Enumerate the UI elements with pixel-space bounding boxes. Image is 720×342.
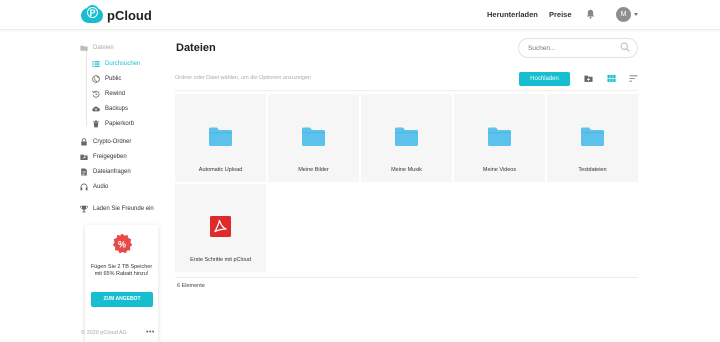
file-name: Automatic Upload [198, 167, 243, 173]
file-name: Erste Schritte mit pCloud [190, 257, 251, 263]
list-icon [92, 61, 100, 67]
sidebar-item-label: Dateianfragen [93, 169, 131, 175]
sidebar-item-dateianfragen[interactable]: Dateianfragen [80, 167, 131, 177]
file-tile[interactable]: Automatic Upload [175, 94, 266, 182]
sidebar-item-rewind[interactable]: Rewind [92, 89, 125, 99]
sidebar-item-invite[interactable]: Laden Sie Freunde ein [80, 204, 154, 214]
sidebar-item-label: Audio [93, 184, 109, 190]
list-footer-divider [175, 277, 638, 278]
promo-offer-button[interactable]: ZUM ANGEBOT [91, 292, 153, 307]
sidebar-item-audio[interactable]: Audio [80, 182, 108, 192]
brand-name: pCloud [107, 7, 152, 23]
sidebar-item-label: Backups [105, 106, 129, 112]
selection-hint: Ordner oder Datei wählen, um die Optione… [175, 75, 312, 81]
folder-icon [209, 127, 232, 146]
history-icon [92, 90, 100, 98]
pdf-icon [210, 216, 231, 237]
nav-download-link[interactable]: Herunterladen [487, 10, 538, 19]
grid-view-icon[interactable] [607, 74, 616, 83]
file-name: Meine Musik [391, 167, 422, 173]
nav-pricing-link[interactable]: Preise [549, 10, 572, 19]
file-tile[interactable]: Meine Musik [361, 94, 452, 182]
sidebar-item-label: Dateien [93, 45, 114, 51]
cloud-upload-icon [92, 106, 100, 112]
pcloud-logo-icon: P [81, 5, 103, 24]
sidebar-item-label: Rewind [105, 91, 126, 97]
sidebar-item-label: Crypto-Ordner [93, 139, 132, 145]
trash-icon [93, 120, 99, 128]
folder-icon [395, 127, 418, 146]
sidebar-item-freigegeben[interactable]: Freigegeben [80, 152, 127, 162]
trophy-icon [80, 205, 88, 213]
submenu-guide [86, 50, 87, 126]
file-name: Meine Bilder [298, 167, 329, 173]
file-tile[interactable]: Meine Videos [454, 94, 545, 182]
sidebar-item-papierkorb[interactable]: Papierkorb [92, 119, 134, 129]
more-options-icon[interactable]: ••• [146, 329, 155, 336]
file-tile[interactable]: Testdateien [547, 94, 638, 182]
sidebar-item-label: Durchsuchen [105, 61, 141, 67]
copyright: © 2020 pCloud AG [81, 330, 127, 336]
bell-icon[interactable] [586, 9, 595, 19]
folder-icon [488, 127, 511, 146]
globe-icon [92, 75, 100, 83]
sidebar: Dateien Durchsuchen Public Rewind Backup… [78, 40, 162, 342]
top-bar: P pCloud Herunterladen Preise M [0, 0, 720, 30]
file-request-icon [81, 168, 87, 176]
promo-card: % Fügen Sie 2 TB Speicher mit 65% Rabatt… [85, 225, 158, 342]
promo-text: Fügen Sie 2 TB Speicher mit 65% Rabatt h… [90, 264, 153, 277]
page-title: Dateien [176, 42, 216, 54]
headphones-icon [80, 183, 88, 191]
file-name: Meine Videos [482, 167, 517, 173]
avatar[interactable]: M [616, 7, 631, 22]
promo-badge-text: % [118, 240, 126, 250]
sidebar-item-label: Freigegeben [93, 154, 127, 160]
new-folder-icon[interactable] [584, 74, 593, 83]
folder-icon [302, 127, 325, 146]
discount-badge-icon: % [112, 233, 133, 254]
sidebar-item-backups[interactable]: Backups [92, 104, 128, 114]
folder-icon [80, 45, 88, 51]
file-name: Testdateien [578, 167, 607, 173]
search-icon[interactable] [620, 42, 630, 52]
toolbar-divider [175, 90, 638, 91]
sidebar-item-label: Public [105, 76, 122, 82]
file-tile[interactable]: Erste Schritte mit pCloud [175, 184, 266, 272]
sort-icon[interactable] [629, 74, 638, 83]
item-count: 6 Elemente [177, 283, 205, 289]
sidebar-item-crypto[interactable]: Crypto-Ordner [80, 137, 131, 147]
sidebar-item-public[interactable]: Public [92, 74, 121, 84]
upload-button[interactable]: Hochladen [519, 72, 570, 86]
file-tile[interactable]: Meine Bilder [268, 94, 359, 182]
sidebar-item-label: Papierkorb [105, 121, 135, 127]
shared-folder-icon [80, 154, 88, 161]
pcloud-logo[interactable]: P pCloud [81, 5, 152, 24]
sidebar-item-label: Laden Sie Freunde ein [93, 206, 154, 212]
chevron-down-icon[interactable] [634, 13, 638, 16]
lock-icon [81, 138, 87, 146]
sidebar-item-durchsuchen[interactable]: Durchsuchen [92, 59, 140, 69]
sidebar-item-dateien[interactable]: Dateien [80, 43, 114, 53]
folder-icon [581, 127, 604, 146]
